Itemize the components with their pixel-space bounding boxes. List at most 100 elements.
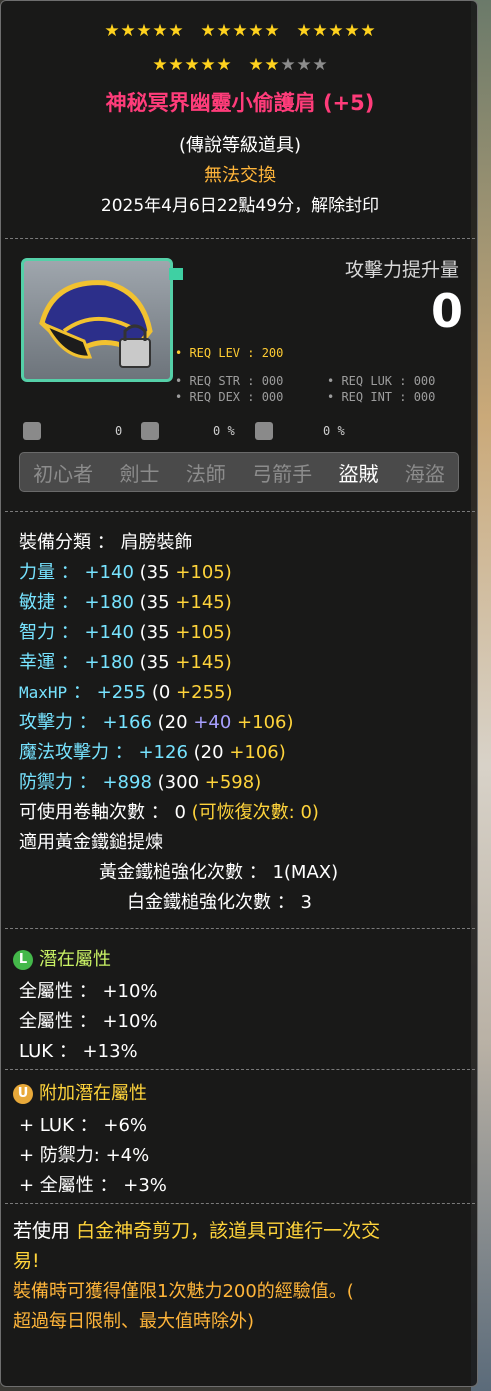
potential-line-2: 全屬性 ： +10%: [19, 1011, 158, 1032]
star-icon: ★: [232, 21, 248, 41]
stat-base: (35: [139, 562, 170, 583]
stat-luk: 幸運 ： +180 (35 +145): [19, 652, 232, 673]
job-bar: 初心者 劍士 法師 弓箭手 盜賊 海盜: [19, 452, 459, 492]
additional-line-3: + 全屬性 ： +3%: [19, 1175, 167, 1196]
stat-attack: 攻擊力 ： +166 (20 +40 +106): [19, 712, 294, 733]
req-str: • REQ STR : 000: [175, 374, 284, 388]
req-dex: • REQ DEX : 000: [175, 390, 284, 404]
stat-bonus: +105): [175, 622, 232, 643]
star-icon: ★: [184, 55, 200, 75]
stat-bonus: +255): [176, 682, 233, 703]
charm-exp-notice-cont: 超過每日限制、最大值時除外): [13, 1311, 255, 1332]
scroll-restore: (可恢復次數: 0): [191, 802, 319, 823]
item-grade: (傳說等級道具): [178, 135, 302, 156]
notice-rest: 該道具可進行一次交: [209, 1220, 381, 1242]
equip-category: 裝備分類 ： 肩膀裝飾: [19, 532, 193, 553]
stat-bonus: +105): [175, 562, 232, 583]
star-icon: ★: [152, 55, 168, 75]
item-title: 神秘冥界幽靈小偷護肩 (+5): [105, 91, 375, 115]
stat-total: +898: [102, 772, 152, 793]
stat-total: +166: [102, 712, 152, 733]
upgrade-icon: [23, 422, 41, 440]
stat-label: 力量: [19, 562, 55, 583]
potential-line-1: 全屬性 ： +10%: [19, 981, 158, 1002]
star-icon: ★: [152, 21, 168, 41]
stat-bonus: +598): [204, 772, 262, 793]
stat-star-bonus: +40: [193, 712, 232, 733]
item-tooltip: ★★★★★ ★★★★★ ★★★★★ ★★★★★ ★★★★★ 神秘冥界幽靈小偷護肩 (+…: [0, 0, 478, 1387]
job-bowman: 弓箭手: [252, 461, 313, 486]
stat-label: MaxHP: [19, 683, 68, 702]
stat-label: 智力: [19, 622, 55, 643]
stat-bonus: +106): [237, 712, 294, 733]
stat-maxhp: MaxHP ： +255 (0 +255): [19, 682, 233, 703]
stat-total: +140: [84, 622, 134, 643]
divider: [5, 1069, 475, 1070]
divider: [5, 928, 475, 929]
attack-boost-label: 攻擊力提升量: [344, 259, 459, 281]
stat-total: +180: [84, 652, 134, 673]
stat-base: (300: [157, 772, 200, 793]
scroll-count: 可使用卷軸次數 ： 0: [19, 802, 186, 823]
golden-hammer-label: 適用黃金鐵鎚提煉: [19, 832, 163, 853]
job-pirate: 海盜: [404, 461, 445, 486]
req-luk: • REQ LUK : 000: [327, 374, 436, 388]
job-magician: 法師: [185, 461, 226, 486]
potential-line-3: LUK ： +13%: [19, 1041, 138, 1062]
shield-percent: 0 %: [323, 424, 345, 438]
additional-potential-header: U 附加潛在屬性: [13, 1079, 147, 1105]
star-icon: ★: [216, 55, 232, 75]
trade-status: 無法交換: [204, 165, 276, 186]
notice-prefix: 若使用: [13, 1220, 71, 1242]
stat-base: (35: [139, 592, 170, 613]
star-row-1: ★★★★★ ★★★★★ ★★★★★: [1, 21, 479, 41]
stat-base: (20: [193, 742, 224, 763]
potential-header: L 潛在屬性: [13, 945, 111, 971]
scissors-notice-cont: 易!: [13, 1250, 40, 1272]
job-warrior: 劍士: [119, 461, 160, 486]
star-icon: ★: [120, 21, 136, 41]
stat-int: 智力 ： +140 (35 +105): [19, 622, 232, 643]
stat-label: 幸運: [19, 652, 55, 673]
stat-total: +180: [84, 592, 134, 613]
item-icon-frame[interactable]: [21, 258, 173, 382]
req-level: • REQ LEV : 200: [175, 346, 284, 360]
stat-total: +255: [96, 682, 147, 703]
empty-star-icon: ★: [296, 55, 312, 75]
golden-hammer-count: 黃金鐵槌強化次數 ： 1(MAX): [99, 862, 339, 883]
shield-icon: [255, 422, 273, 440]
stat-str: 力量 ： +140 (35 +105): [19, 562, 232, 583]
empty-star-icon: ★: [280, 55, 296, 75]
crown-icon: [141, 422, 159, 440]
upgrade-count: 0: [115, 424, 123, 438]
empty-star-icon: ★: [312, 55, 328, 75]
job-beginner: 初心者: [33, 461, 94, 486]
stat-label: 敏捷: [19, 592, 55, 613]
stat-label: 攻擊力: [19, 712, 73, 733]
stat-total: +126: [138, 742, 188, 763]
star-icon: ★: [248, 21, 264, 41]
job-thief: 盜賊: [338, 461, 379, 486]
shoulder-armor-icon: [39, 280, 153, 368]
crown-percent: 0 %: [213, 424, 235, 438]
platinum-hammer-count: 白金鐵槌強化次數 ： 3: [127, 892, 312, 913]
req-int: • REQ INT : 000: [327, 390, 436, 404]
star-icon: ★: [200, 55, 216, 75]
legendary-badge-icon: L: [13, 950, 33, 970]
stat-defense: 防禦力 ： +898 (300 +598): [19, 772, 262, 793]
stat-label: 防禦力: [19, 772, 73, 793]
notice-item: 白金神奇剪刀，: [76, 1220, 210, 1242]
divider: [5, 511, 475, 512]
additional-line-1: + LUK ： +6%: [19, 1115, 147, 1136]
charm-exp-notice: 裝備時可獲得僅限1次魅力200的經驗值。(: [13, 1281, 354, 1302]
stat-label: 魔法攻擊力: [19, 742, 109, 763]
lock-flag-icon: [169, 268, 183, 280]
star-icon: ★: [248, 55, 264, 75]
stat-magic-attack: 魔法攻擊力 ： +126 (20 +106): [19, 742, 286, 763]
stat-bonus: +145): [175, 592, 232, 613]
star-icon: ★: [296, 21, 312, 41]
star-icon: ★: [264, 21, 280, 41]
scroll-slots: 可使用卷軸次數 ： 0 (可恢復次數: 0): [19, 798, 319, 824]
additional-line-2: + 防禦力: +4%: [19, 1145, 150, 1166]
stat-dex: 敏捷 ： +180 (35 +145): [19, 592, 232, 613]
